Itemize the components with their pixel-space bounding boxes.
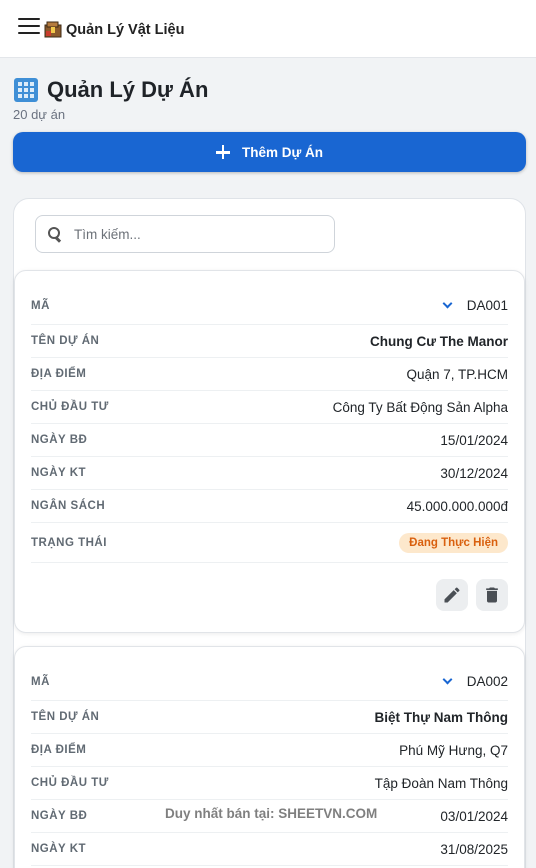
label-investor: CHỦ ĐẦU TƯ: [31, 777, 109, 789]
row-investor: CHỦ ĐẦU TƯ Công Ty Bất Động Sản Alpha: [31, 391, 508, 424]
delete-button[interactable]: [476, 579, 508, 611]
project-start-date: 15/01/2024: [440, 432, 508, 448]
label-status: TRẠNG THÁI: [31, 536, 107, 549]
search-icon: [48, 227, 62, 241]
edit-icon: [444, 587, 460, 603]
row-status: TRẠNG THÁI Đang Thực Hiện: [31, 523, 508, 563]
card-actions: [31, 579, 508, 611]
label-end-date: NGÀY KT: [31, 843, 87, 855]
status-badge: Đang Thực Hiện: [399, 532, 508, 553]
label-start-date: NGÀY BĐ: [31, 810, 88, 822]
row-end-date: NGÀY KT 31/08/2025: [31, 833, 508, 866]
project-budget: 45.000.000.000đ: [406, 498, 508, 514]
project-investor: Công Ty Bất Động Sản Alpha: [332, 399, 508, 415]
add-project-label: Thêm Dự Án: [241, 144, 324, 160]
project-start-date: 03/01/2024: [440, 808, 508, 824]
row-budget: NGÂN SÁCH 45.000.000.000đ: [31, 490, 508, 523]
project-code: DA002: [466, 674, 508, 689]
menu-icon[interactable]: [18, 17, 40, 34]
project-list-panel: MÃ DA001 TÊN DỰ ÁN Chung Cư The Manor ĐỊ…: [13, 198, 526, 868]
label-name: TÊN DỰ ÁN: [31, 335, 100, 347]
project-end-date: 31/08/2025: [440, 841, 508, 857]
label-start-date: NGÀY BĐ: [31, 434, 88, 446]
label-location: ĐỊA ĐIỂM: [31, 368, 87, 380]
box-logo-icon: [44, 21, 62, 37]
label-name: TÊN DỰ ÁN: [31, 711, 100, 723]
plus-icon: [215, 145, 230, 159]
watermark: Duy nhất bán tại: SHEETVN.COM: [165, 806, 378, 821]
label-location: ĐỊA ĐIỂM: [31, 744, 87, 756]
search-input[interactable]: [74, 226, 304, 242]
chevron-down-icon[interactable]: [442, 674, 453, 685]
project-name: Chung Cư The Manor: [369, 333, 508, 349]
search-box[interactable]: [35, 215, 335, 253]
project-card: MÃ DA001 TÊN DỰ ÁN Chung Cư The Manor ĐỊ…: [14, 270, 525, 633]
label-code: MÃ: [31, 675, 50, 688]
chevron-down-icon[interactable]: [442, 298, 453, 309]
building-icon: [14, 78, 38, 102]
project-location: Phú Mỹ Hưng, Q7: [399, 742, 508, 758]
row-start-date: NGÀY BĐ 15/01/2024: [31, 424, 508, 457]
project-name: Biệt Thự Nam Thông: [374, 709, 508, 725]
row-name: TÊN DỰ ÁN Chung Cư The Manor: [31, 325, 508, 358]
delete-icon: [486, 587, 498, 603]
row-code: MÃ DA001: [31, 287, 508, 325]
label-budget: NGÂN SÁCH: [31, 500, 106, 512]
edit-button[interactable]: [436, 579, 468, 611]
label-end-date: NGÀY KT: [31, 467, 87, 479]
label-investor: CHỦ ĐẦU TƯ: [31, 401, 109, 413]
project-code: DA001: [466, 298, 508, 313]
row-end-date: NGÀY KT 30/12/2024: [31, 457, 508, 490]
page-header: Quản Lý Dự Án 20 dự án: [0, 58, 536, 122]
row-investor: CHỦ ĐẦU TƯ Tập Đoàn Nam Thông: [31, 767, 508, 800]
project-count: 20 dự án: [13, 107, 66, 122]
row-code: MÃ DA002: [31, 663, 508, 701]
label-code: MÃ: [31, 299, 50, 312]
row-name: TÊN DỰ ÁN Biệt Thự Nam Thông: [31, 701, 508, 734]
app-bar: Quản Lý Vật Liệu: [0, 0, 536, 58]
project-end-date: 30/12/2024: [440, 465, 508, 481]
page-title: Quản Lý Dự Án: [47, 77, 209, 102]
project-card: MÃ DA002 TÊN DỰ ÁN Biệt Thự Nam Thông ĐỊ…: [14, 646, 525, 868]
row-location: ĐỊA ĐIỂM Phú Mỹ Hưng, Q7: [31, 734, 508, 767]
project-location: Quận 7, TP.HCM: [406, 366, 508, 382]
row-location: ĐỊA ĐIỂM Quận 7, TP.HCM: [31, 358, 508, 391]
app-title: Quản Lý Vật Liệu: [66, 21, 185, 38]
project-investor: Tập Đoàn Nam Thông: [374, 775, 508, 791]
add-project-button[interactable]: Thêm Dự Án: [13, 132, 526, 172]
